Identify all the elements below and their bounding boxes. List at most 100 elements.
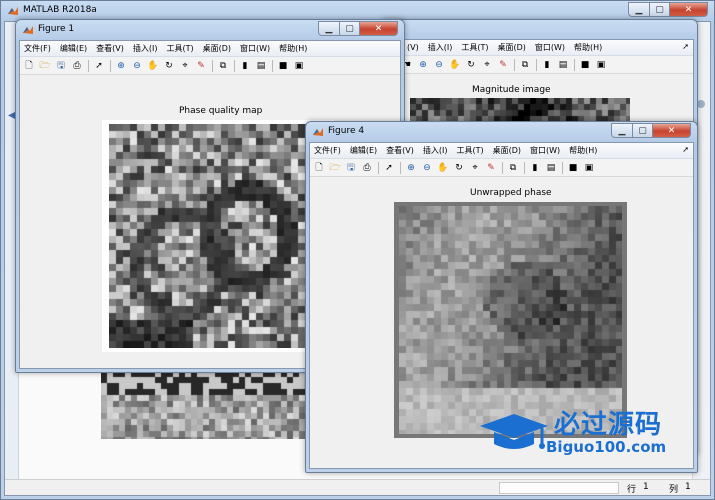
- figure-1-close-button[interactable]: ✕: [360, 21, 398, 36]
- datatip-icon[interactable]: ⌖: [469, 162, 481, 174]
- figure-4-minimize-button[interactable]: ▁: [611, 123, 633, 138]
- unwrapped-phase-image: [399, 206, 622, 434]
- right-panel-dot-icon: [697, 100, 705, 108]
- figure-magnitude-toolbar: ☚ ⊕ ⊖ ✋ ↻ ⌖ ✎ ⧉ ▮ ▤ ■ ▣: [385, 56, 693, 74]
- rotate-icon[interactable]: ↻: [163, 60, 175, 72]
- main-close-button[interactable]: ✕: [670, 2, 708, 17]
- watermark-url: Biguo100.com: [546, 438, 667, 456]
- menu-tools[interactable]: 工具(T): [461, 42, 488, 53]
- figure-1-maximize-button[interactable]: ▢: [340, 21, 360, 36]
- figure-4-title: Figure 4: [328, 126, 365, 136]
- status-col-label: 列: [669, 485, 679, 495]
- main-window-title: MATLAB R2018a: [23, 5, 97, 15]
- figure-1-title: Figure 1: [38, 24, 75, 34]
- figure-4-menubar: 文件(F) 编辑(E) 查看(V) 插入(I) 工具(T) 桌面(D) 窗口(W…: [310, 143, 693, 159]
- zoom-in-icon[interactable]: ⊕: [417, 59, 429, 71]
- show-tools-icon[interactable]: ▣: [293, 60, 305, 72]
- hide-tools-icon[interactable]: ■: [567, 162, 579, 174]
- edit-plot-arrow-icon[interactable]: ➚: [93, 60, 105, 72]
- main-minimize-button[interactable]: ▁: [628, 2, 650, 17]
- menu-edit[interactable]: 编辑(E): [350, 145, 377, 156]
- colorbar-icon[interactable]: ▮: [541, 59, 553, 71]
- figure-1-titlebar[interactable]: Figure 1 ▁ ▢ ✕: [16, 20, 404, 40]
- open-file-icon[interactable]: 🗁: [329, 162, 341, 174]
- figure-logo-icon: [23, 26, 33, 34]
- figure-1-minimize-button[interactable]: ▁: [318, 21, 340, 36]
- menu-file[interactable]: 文件(F): [314, 145, 341, 156]
- dock-arrow-icon[interactable]: ➚: [682, 145, 689, 154]
- status-field: [499, 482, 619, 494]
- figure-4-close-button[interactable]: ✕: [653, 123, 691, 138]
- status-row-label: 行: [627, 485, 637, 495]
- dock-arrow-icon[interactable]: ➚: [682, 42, 689, 51]
- legend-icon[interactable]: ▤: [557, 59, 569, 71]
- datatip-icon[interactable]: ⌖: [179, 60, 191, 72]
- hide-tools-icon[interactable]: ■: [579, 59, 591, 71]
- menu-help[interactable]: 帮助(H): [569, 145, 597, 156]
- zoom-in-icon[interactable]: ⊕: [115, 60, 127, 72]
- link-plot-icon[interactable]: ⧉: [507, 162, 519, 174]
- new-figure-icon[interactable]: 🗋: [23, 60, 35, 72]
- brush-icon[interactable]: ✎: [195, 60, 207, 72]
- legend-icon[interactable]: ▤: [255, 60, 267, 72]
- pan-icon[interactable]: ✋: [449, 59, 461, 71]
- menu-insert[interactable]: 插入(I): [133, 43, 158, 54]
- brush-icon[interactable]: ✎: [485, 162, 497, 174]
- matlab-logo-icon: [8, 7, 18, 15]
- zoom-out-icon[interactable]: ⊖: [433, 59, 445, 71]
- menu-insert[interactable]: 插入(I): [428, 42, 453, 53]
- watermark-brand: 必过源码: [554, 410, 663, 440]
- menu-view[interactable]: 查看(V): [386, 145, 414, 156]
- show-tools-icon[interactable]: ▣: [595, 59, 607, 71]
- zoom-out-icon[interactable]: ⊖: [131, 60, 143, 72]
- menu-edit[interactable]: 编辑(E): [60, 43, 87, 54]
- menu-insert[interactable]: 插入(I): [423, 145, 448, 156]
- pan-icon[interactable]: ✋: [147, 60, 159, 72]
- figure-1-menubar: 文件(F) 编辑(E) 查看(V) 插入(I) 工具(T) 桌面(D) 窗口(W…: [20, 41, 400, 57]
- hide-tools-icon[interactable]: ■: [277, 60, 289, 72]
- zoom-in-icon[interactable]: ⊕: [405, 162, 417, 174]
- rotate-icon[interactable]: ↻: [465, 59, 477, 71]
- menu-file[interactable]: 文件(F): [24, 43, 51, 54]
- rotate-icon[interactable]: ↻: [453, 162, 465, 174]
- menu-tools[interactable]: 工具(T): [166, 43, 193, 54]
- save-icon[interactable]: 🖫: [345, 162, 357, 174]
- pan-icon[interactable]: ✋: [437, 162, 449, 174]
- menu-view-partial[interactable]: (V): [407, 43, 419, 52]
- link-plot-icon[interactable]: ⧉: [217, 60, 229, 72]
- graduation-cap-icon: [480, 414, 548, 449]
- menu-tools[interactable]: 工具(T): [456, 145, 483, 156]
- main-titlebar[interactable]: MATLAB R2018a ▁ ▢ ✕: [1, 1, 714, 21]
- menu-window[interactable]: 窗口(W): [535, 42, 565, 53]
- menu-desktop[interactable]: 桌面(D): [493, 145, 521, 156]
- colorbar-icon[interactable]: ▮: [529, 162, 541, 174]
- figure-4-maximize-button[interactable]: ▢: [633, 123, 653, 138]
- figure-magnitude-menubar: (V) 插入(I) 工具(T) 桌面(D) 窗口(W) 帮助(H) ➚: [385, 40, 693, 56]
- menu-window[interactable]: 窗口(W): [530, 145, 560, 156]
- brush-icon[interactable]: ✎: [497, 59, 509, 71]
- menu-desktop[interactable]: 桌面(D): [497, 42, 525, 53]
- print-icon[interactable]: ⎙: [361, 162, 373, 174]
- menu-help[interactable]: 帮助(H): [574, 42, 602, 53]
- save-icon[interactable]: 🖫: [55, 60, 67, 72]
- new-figure-icon[interactable]: 🗋: [313, 162, 325, 174]
- menu-window[interactable]: 窗口(W): [240, 43, 270, 54]
- magnitude-plot-title: Magnitude image: [472, 85, 551, 95]
- phase-quality-plot-title: Phase quality map: [179, 106, 263, 116]
- print-icon[interactable]: ⎙: [71, 60, 83, 72]
- show-tools-icon[interactable]: ▣: [583, 162, 595, 174]
- link-plot-icon[interactable]: ⧉: [519, 59, 531, 71]
- legend-icon[interactable]: ▤: [545, 162, 557, 174]
- menu-help[interactable]: 帮助(H): [279, 43, 307, 54]
- colorbar-icon[interactable]: ▮: [239, 60, 251, 72]
- main-maximize-button[interactable]: ▢: [650, 2, 670, 17]
- figure-4-toolbar: 🗋 🗁 🖫 ⎙ ➚ ⊕ ⊖ ✋ ↻ ⌖ ✎ ⧉ ▮ ▤ ■ ▣: [310, 159, 693, 177]
- menu-desktop[interactable]: 桌面(D): [203, 43, 231, 54]
- figure-4-titlebar[interactable]: Figure 4 ▁ ▢ ✕: [306, 122, 697, 142]
- datatip-icon[interactable]: ⌖: [481, 59, 493, 71]
- zoom-out-icon[interactable]: ⊖: [421, 162, 433, 174]
- open-file-icon[interactable]: 🗁: [39, 60, 51, 72]
- figure-1-toolbar: 🗋 🗁 🖫 ⎙ ➚ ⊕ ⊖ ✋ ↻ ⌖ ✎ ⧉ ▮ ▤ ■ ▣: [20, 57, 400, 75]
- edit-plot-arrow-icon[interactable]: ➚: [383, 162, 395, 174]
- menu-view[interactable]: 查看(V): [96, 43, 124, 54]
